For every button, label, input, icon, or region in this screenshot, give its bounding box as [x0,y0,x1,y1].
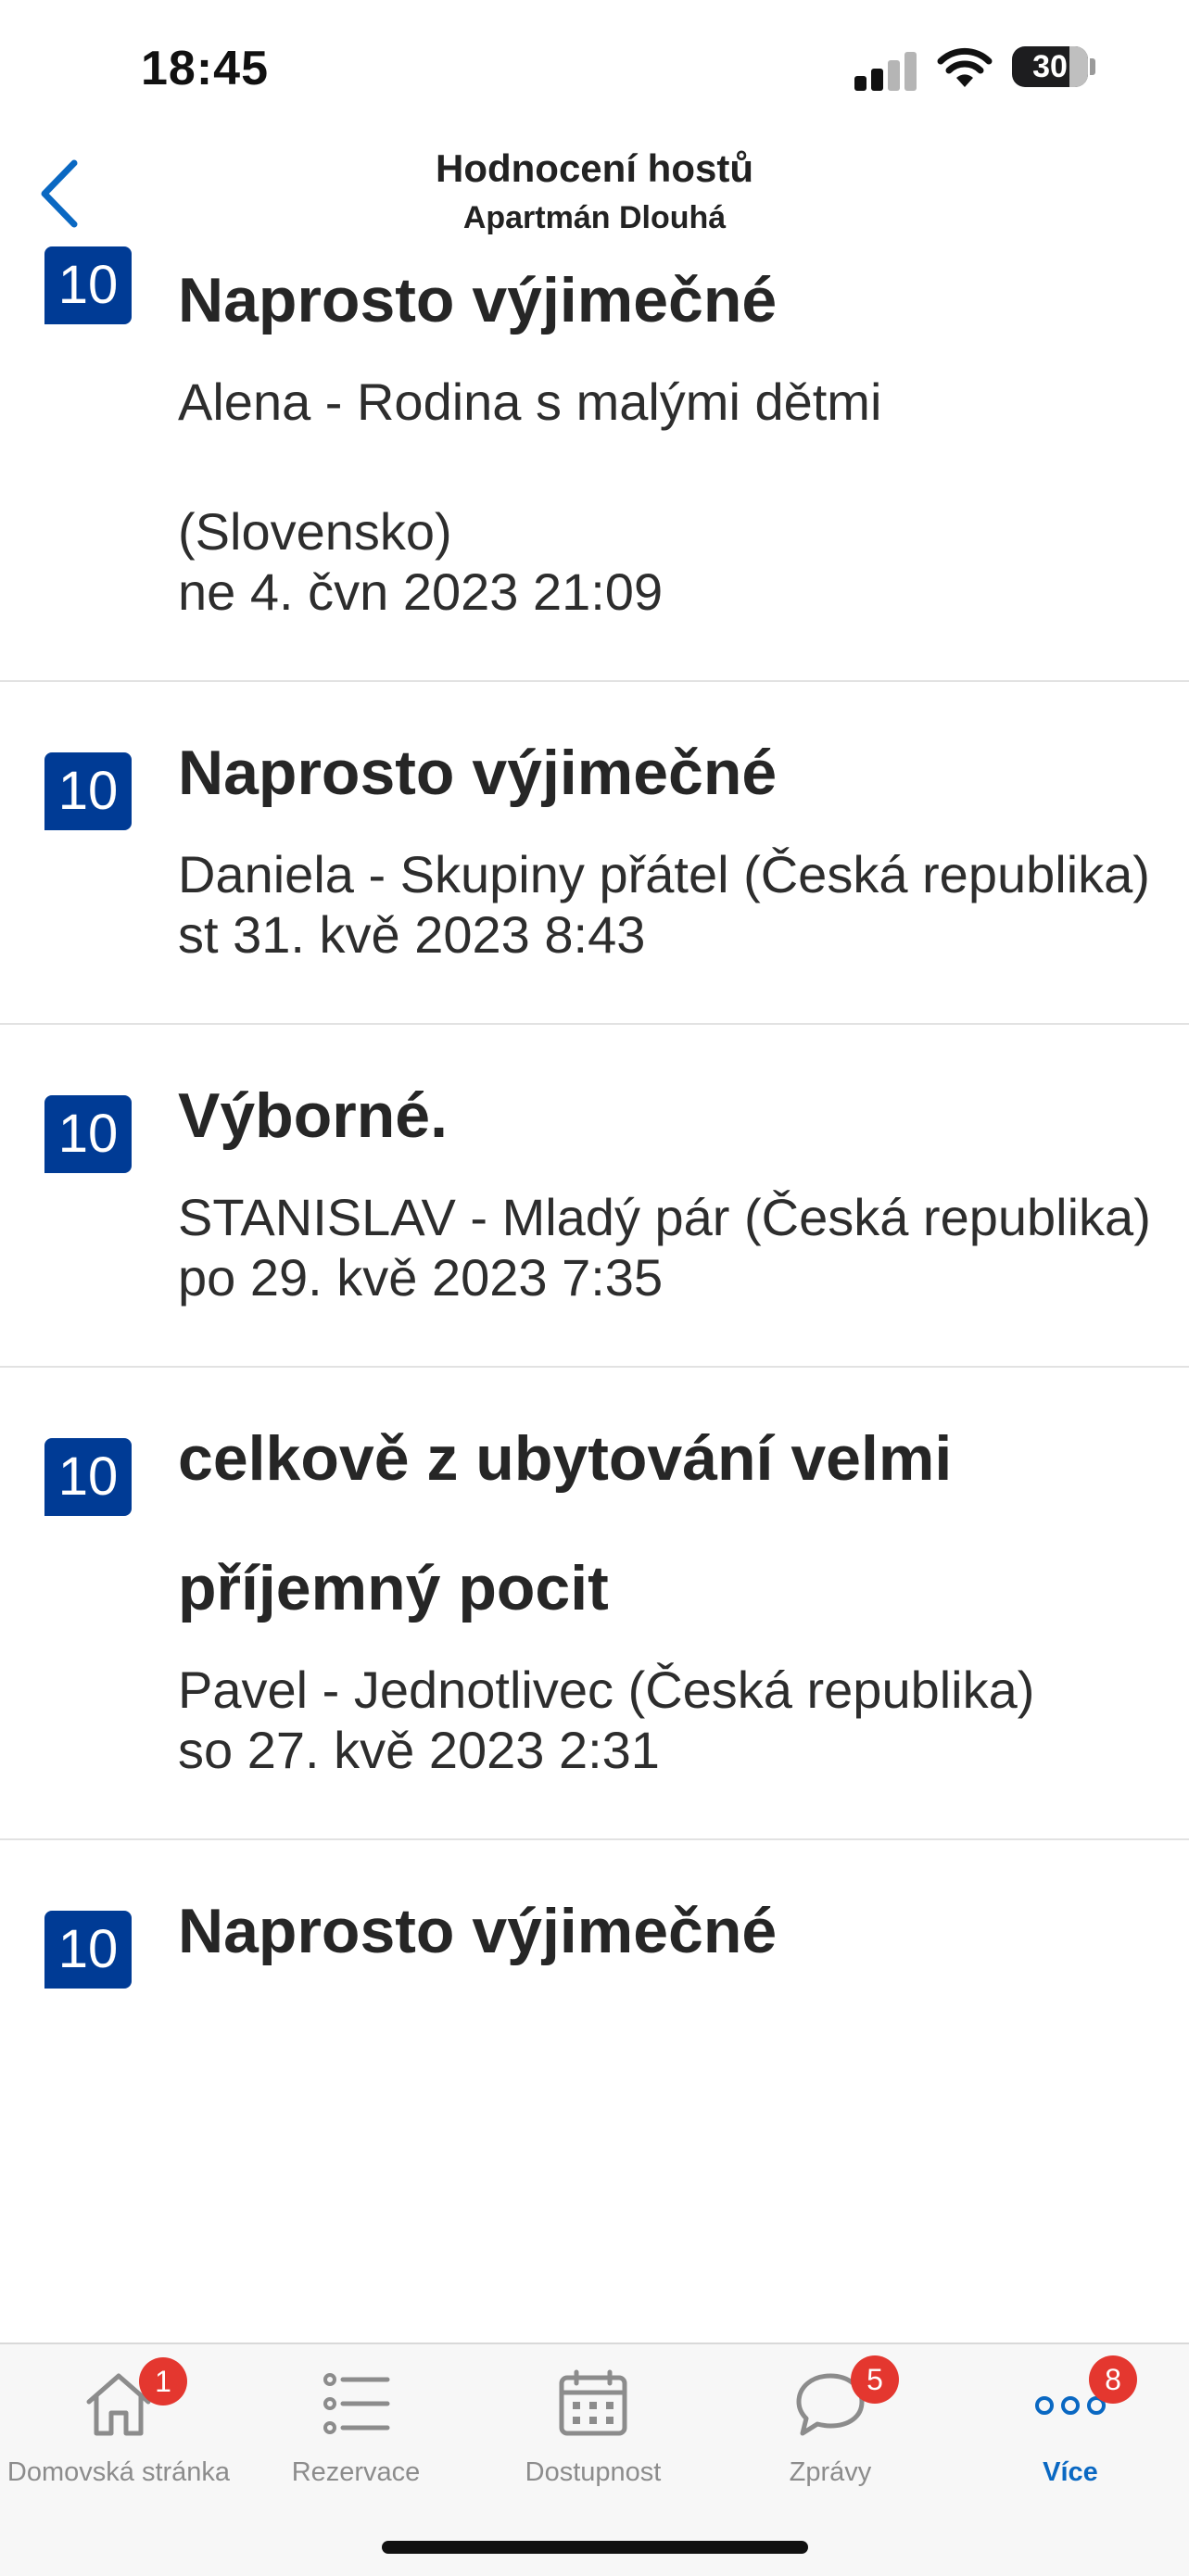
review-date: ne 4. čvn 2023 21:09 [178,562,664,621]
tab-availability[interactable]: Dostupnost [474,2344,712,2502]
notification-badge: 8 [1089,2355,1137,2404]
list-icon [323,2373,390,2434]
tab-more[interactable]: 8 Více [952,2344,1189,2502]
review-author: Alena - Rodina s malými dětmi (Slovensko… [178,373,882,561]
tab-label: Domovská stránka [6,2457,231,2487]
notification-badge: 1 [139,2357,187,2406]
tab-label: Více [1043,2457,1098,2487]
status-bar: 18:45 30 [0,0,1189,139]
tab-reservations[interactable]: Rezervace [237,2344,474,2502]
home-indicator [382,2541,808,2554]
page-title: Hodnocení hostů [436,146,753,190]
wifi-icon [937,47,993,87]
review-item[interactable]: 10 celkově z ubytování velmi příjemný po… [0,1368,1189,1840]
tab-bar: 1 Domovská stránka Rezervace Dostupnost … [0,2342,1189,2576]
review-item[interactable]: 10 Naprosto výjimečné [0,1840,1189,2052]
tab-label: Dostupnost [525,2457,662,2487]
notification-badge: 5 [851,2355,899,2404]
score-badge: 10 [44,246,132,324]
score-badge: 10 [44,752,132,830]
tab-label: Zprávy [789,2457,872,2487]
review-title: celkově z ubytování velmi příjemný pocit [178,1423,953,1623]
calendar-icon [559,2369,627,2436]
score-badge: 10 [44,1095,132,1173]
battery-level: 30 [1032,49,1068,84]
reviews-list: 10 Naprosto výjimečné Alena - Rodina s m… [0,246,1189,2052]
tab-label: Rezervace [291,2457,421,2487]
tab-home[interactable]: 1 Domovská stránka [0,2344,237,2502]
review-item[interactable]: 10 Naprosto výjimečné Alena - Rodina s m… [0,235,1189,682]
status-time: 18:45 [141,42,269,95]
cellular-signal-icon [854,48,919,91]
score-badge: 10 [44,1438,132,1516]
review-item[interactable]: 10 Výborné. STANISLAV - Mladý pár (Česká… [0,1025,1189,1368]
review-title: Naprosto výjimečné [178,1896,778,1966]
score-badge: 10 [44,1911,132,1989]
battery-tip [1090,58,1095,75]
page-subtitle: Apartmán Dlouhá [462,200,727,235]
battery-icon: 30 [1012,46,1088,87]
tab-messages[interactable]: 5 Zprávy [712,2344,949,2502]
review-item[interactable]: 10 Naprosto výjimečné Daniela - Skupiny … [0,682,1189,1025]
